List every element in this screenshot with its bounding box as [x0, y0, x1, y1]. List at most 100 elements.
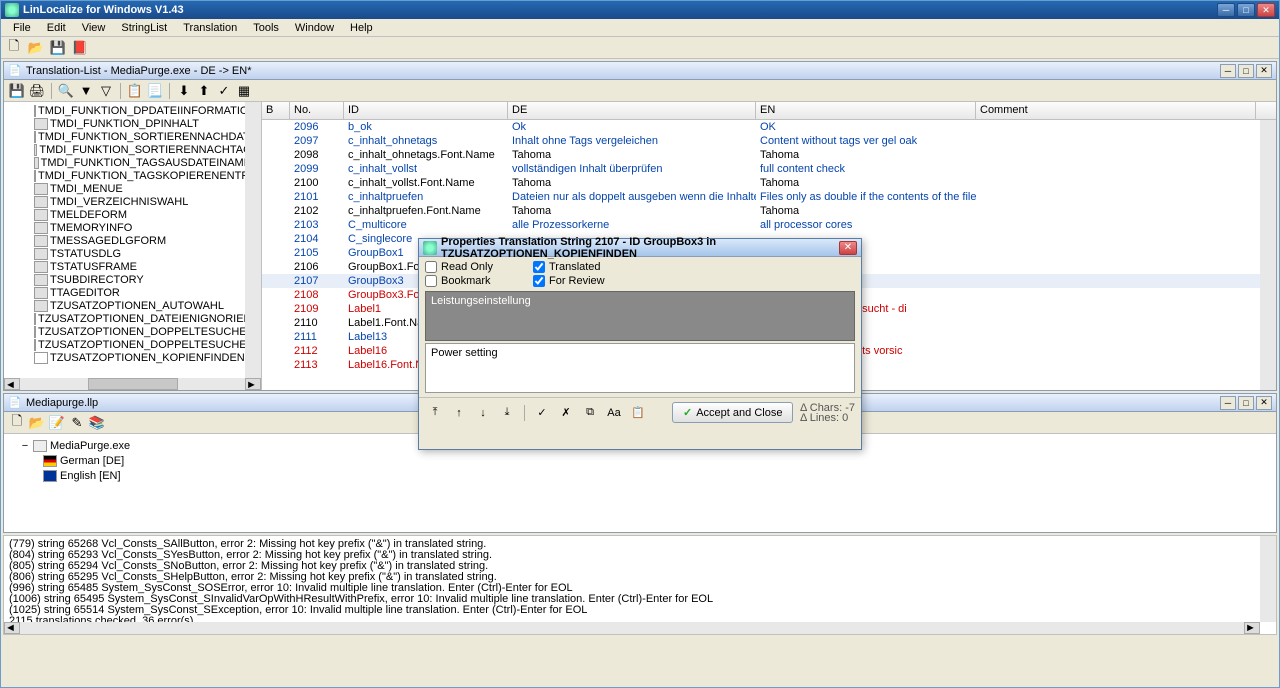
- col-en[interactable]: EN: [756, 102, 976, 119]
- table-row[interactable]: 2097c_inhalt_ohnetagsInhalt ohne Tags ve…: [262, 134, 1276, 148]
- table-row[interactable]: 2103C_multicorealle Prozessorkerneall pr…: [262, 218, 1276, 232]
- tree-item[interactable]: TTAGEDITOR: [6, 286, 259, 299]
- panel-maximize-button[interactable]: □: [1238, 64, 1254, 78]
- forreview-checkbox[interactable]: For Review: [533, 275, 605, 287]
- readonly-checkbox[interactable]: Read Only: [425, 261, 493, 273]
- menu-view[interactable]: View: [74, 20, 114, 36]
- prev-icon[interactable]: ↑: [449, 403, 469, 423]
- export-icon[interactable]: ⬆: [195, 82, 213, 100]
- check-icon[interactable]: ✓: [215, 82, 233, 100]
- list-icon[interactable]: 📃: [146, 82, 164, 100]
- translated-checkbox[interactable]: Translated: [533, 261, 605, 273]
- table-row[interactable]: 2096b_okOkOK: [262, 120, 1276, 134]
- link-icon[interactable]: ⧉: [580, 403, 600, 423]
- tree-item[interactable]: TSUBDIRECTORY: [6, 273, 259, 286]
- panel-close-button[interactable]: ✕: [1256, 64, 1272, 78]
- dialog-close-button[interactable]: ✕: [839, 241, 857, 255]
- log-scrollbar-h[interactable]: ◄►: [4, 622, 1260, 634]
- log-scrollbar-v[interactable]: [1260, 536, 1276, 622]
- menu-help[interactable]: Help: [342, 20, 381, 36]
- copy-icon[interactable]: 📋: [126, 82, 144, 100]
- tree-item[interactable]: TMDI_FUNKTION_DPINHALT: [6, 117, 259, 130]
- table-row[interactable]: 2102c_inhaltpruefen.Font.NameTahomaTahom…: [262, 204, 1276, 218]
- book-icon[interactable]: 📚: [88, 414, 106, 432]
- tree-item[interactable]: TZUSATZOPTIONEN_DOPPELTESUCHENAFP: [6, 338, 259, 351]
- col-comment[interactable]: Comment: [976, 102, 1256, 119]
- project-lang-en[interactable]: English [EN]: [12, 468, 1268, 483]
- new-icon[interactable]: 🗋: [8, 414, 26, 432]
- close-button[interactable]: ✕: [1257, 3, 1275, 17]
- table-row[interactable]: 2100c_inhalt_vollst.Font.NameTahomaTahom…: [262, 176, 1276, 190]
- menu-edit[interactable]: Edit: [39, 20, 74, 36]
- menu-stringlist[interactable]: StringList: [113, 20, 175, 36]
- open-icon[interactable]: 📂: [28, 414, 46, 432]
- menu-tools[interactable]: Tools: [245, 20, 287, 36]
- col-de[interactable]: DE: [508, 102, 756, 119]
- form-tree[interactable]: TMDI_FUNKTION_DPDATEIINFORMATIONENTMDI_F…: [4, 102, 262, 390]
- tree-scrollbar-h[interactable]: ◄►: [4, 378, 261, 390]
- table-row[interactable]: 2101c_inhaltpruefenDateien nur als doppe…: [262, 190, 1276, 204]
- props-icon[interactable]: 📝: [48, 414, 66, 432]
- panel-maximize-button[interactable]: □: [1238, 396, 1254, 410]
- project-lang-de[interactable]: German [DE]: [12, 453, 1268, 468]
- accept-close-button[interactable]: ✓ Accept and Close: [672, 402, 793, 423]
- save-icon[interactable]: 💾: [49, 39, 67, 57]
- tree-item[interactable]: TMDI_FUNKTION_TAGSKOPIERENENTFERNEN: [6, 169, 259, 182]
- tree-item[interactable]: TMESSAGEDLGFORM: [6, 234, 259, 247]
- panel-minimize-button[interactable]: ─: [1220, 396, 1236, 410]
- grid-icon[interactable]: ▦: [235, 82, 253, 100]
- form-icon: [34, 209, 48, 221]
- dialog-title-bar: Properties Translation String 2107 - ID …: [419, 239, 861, 257]
- open-icon[interactable]: 📂: [27, 39, 45, 57]
- tree-item[interactable]: TZUSATZOPTIONEN_KOPIENFINDEN: [6, 351, 259, 364]
- minimize-button[interactable]: ─: [1217, 3, 1235, 17]
- tree-item[interactable]: TMDI_MENUE: [6, 182, 259, 195]
- funnel-icon[interactable]: ▽: [97, 82, 115, 100]
- tree-item[interactable]: TMDI_FUNKTION_SORTIERENNACHTAGS: [6, 143, 259, 156]
- last-icon[interactable]: ⤓: [497, 403, 517, 423]
- tree-item[interactable]: TMDI_FUNKTION_TAGSAUSDATEINAMEN: [6, 156, 259, 169]
- col-no[interactable]: No.: [290, 102, 344, 119]
- maximize-button[interactable]: □: [1237, 3, 1255, 17]
- menu-translation[interactable]: Translation: [175, 20, 245, 36]
- case-icon[interactable]: Aa: [604, 403, 624, 423]
- tree-item[interactable]: TSTATUSDLG: [6, 247, 259, 260]
- book-icon[interactable]: 📕: [71, 39, 89, 57]
- tree-scrollbar-v[interactable]: [245, 102, 261, 378]
- col-id[interactable]: ID: [344, 102, 508, 119]
- tree-item[interactable]: TMDI_VERZEICHNISWAHL: [6, 195, 259, 208]
- find-icon[interactable]: 🔍: [57, 82, 75, 100]
- tree-item[interactable]: TMEMORYINFO: [6, 221, 259, 234]
- reject-icon[interactable]: ✗: [556, 403, 576, 423]
- log-panel[interactable]: (779) string 65268 Vcl_Consts_SAllButton…: [3, 535, 1277, 635]
- tree-item[interactable]: TMELDEFORM: [6, 208, 259, 221]
- accept-icon[interactable]: ✓: [532, 403, 552, 423]
- filter-icon[interactable]: ▼: [77, 82, 95, 100]
- table-row[interactable]: 2098c_inhalt_ohnetags.Font.NameTahomaTah…: [262, 148, 1276, 162]
- edit-icon[interactable]: ✎: [68, 414, 86, 432]
- new-icon[interactable]: 🗋: [5, 39, 23, 57]
- form-icon: [34, 248, 48, 260]
- next-icon[interactable]: ↓: [473, 403, 493, 423]
- table-row[interactable]: 2099c_inhalt_vollstvollständigen Inhalt …: [262, 162, 1276, 176]
- print-icon[interactable]: 🖨: [28, 82, 46, 100]
- paste-icon[interactable]: 📋: [628, 403, 648, 423]
- bookmark-checkbox[interactable]: Bookmark: [425, 275, 493, 287]
- tree-item[interactable]: TZUSATZOPTIONEN_AUTOWAHL: [6, 299, 259, 312]
- tree-item[interactable]: TMDI_FUNKTION_SORTIERENNACHDATEINAMEN: [6, 130, 259, 143]
- grid-scrollbar-v[interactable]: [1260, 120, 1276, 390]
- tree-item[interactable]: TMDI_FUNKTION_DPDATEIINFORMATIONEN: [6, 104, 259, 117]
- dialog-toolbar: ⤒ ↑ ↓ ⤓ ✓ ✗ ⧉ Aa 📋 ✓ Accept and Close Δ …: [419, 397, 861, 427]
- menu-file[interactable]: File: [5, 20, 39, 36]
- menu-window[interactable]: Window: [287, 20, 342, 36]
- panel-close-button[interactable]: ✕: [1256, 396, 1272, 410]
- target-text-input[interactable]: Power setting: [425, 343, 855, 393]
- col-b[interactable]: B: [262, 102, 290, 119]
- import-icon[interactable]: ⬇: [175, 82, 193, 100]
- tree-item[interactable]: TSTATUSFRAME: [6, 260, 259, 273]
- first-icon[interactable]: ⤒: [425, 403, 445, 423]
- tree-item[interactable]: TZUSATZOPTIONEN_DOPPELTESUCHENAEHNLICH: [6, 325, 259, 338]
- panel-minimize-button[interactable]: ─: [1220, 64, 1236, 78]
- tree-item[interactable]: TZUSATZOPTIONEN_DATEIENIGNORIEREN: [6, 312, 259, 325]
- save-icon[interactable]: 💾: [8, 82, 26, 100]
